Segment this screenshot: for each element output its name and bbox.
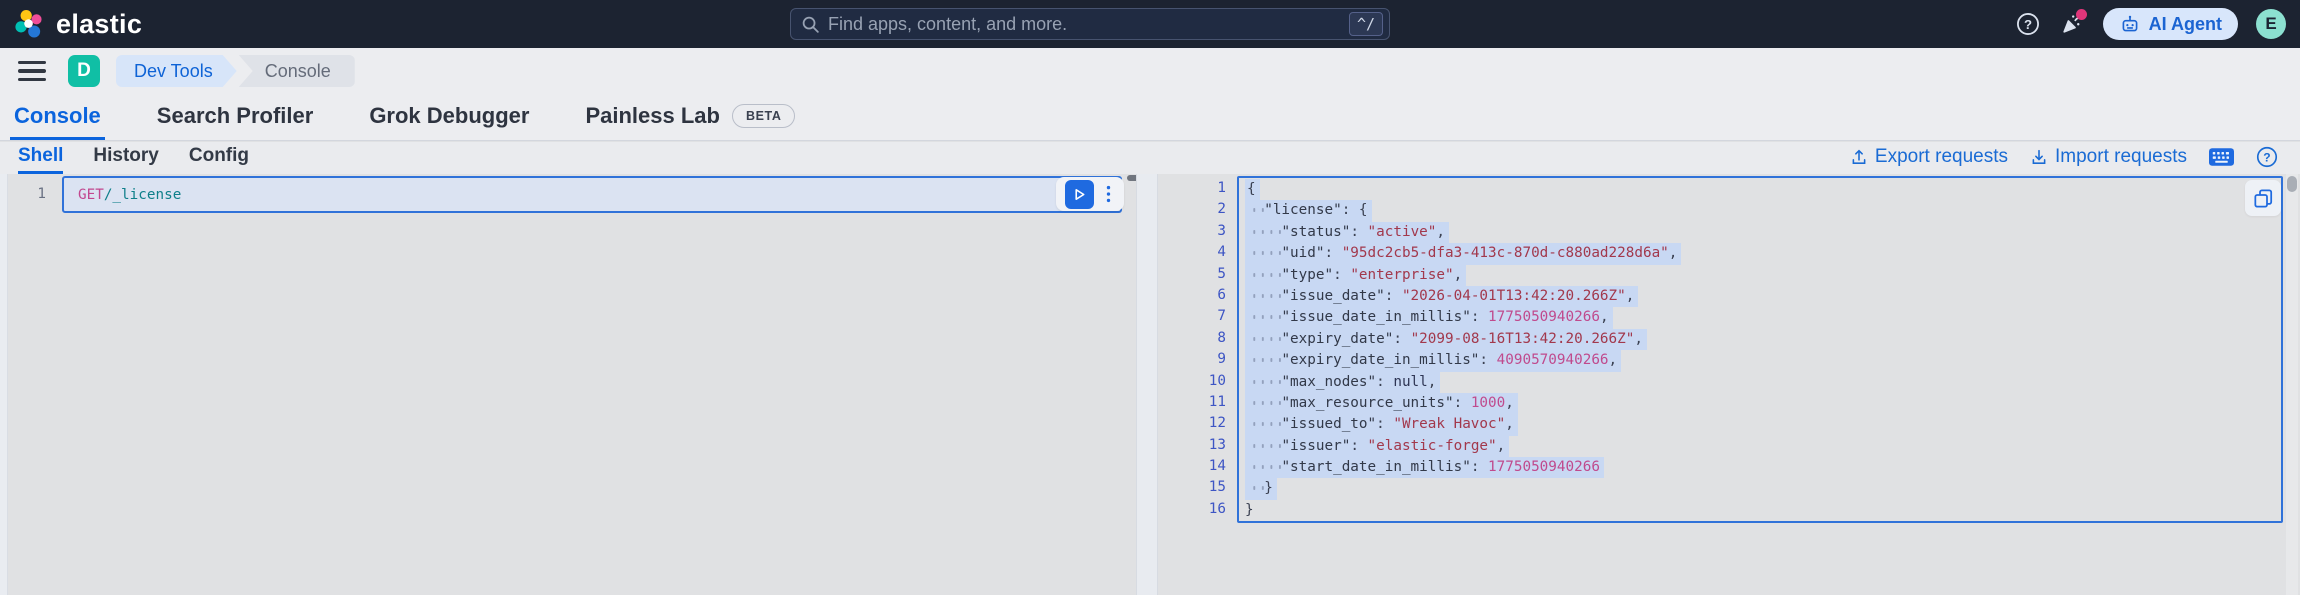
dev-tools-tab-bar: Console Search Profiler Grok Debugger Pa…	[0, 94, 2300, 141]
response-line: "max_resource_units": 1000,	[1239, 392, 2281, 415]
search-shortcut-badge: ^/	[1348, 12, 1383, 36]
response-output-panel[interactable]: 1 2 3 4 5 6 7 8 9 10 11 12 13 14 15 16 { "license": { "…	[1158, 174, 2300, 595]
help-icon[interactable]: ?	[2015, 11, 2041, 37]
space-chip[interactable]: D	[68, 55, 100, 87]
console-help-icon[interactable]: ?	[2256, 146, 2278, 168]
breadcrumb: Dev Tools Console	[116, 55, 355, 87]
tab-grok-debugger[interactable]: Grok Debugger	[365, 94, 533, 140]
user-avatar[interactable]: E	[2256, 9, 2286, 39]
brand: elastic	[0, 9, 142, 40]
search-icon	[802, 16, 819, 33]
menu-hamburger-icon[interactable]	[18, 61, 46, 81]
console-subtabs: Shell History Config	[18, 142, 249, 174]
request-line[interactable]: GET /_license	[62, 176, 1122, 213]
response-line: "uid": "95dc2cb5-dfa3-413c-870d-c880ad22…	[1239, 243, 2281, 265]
response-line: "issue_date_in_millis": 1775050940266,	[1239, 307, 2281, 329]
response-line: }	[1245, 501, 1254, 518]
tab-painless-lab[interactable]: Painless Lab BETA	[581, 94, 799, 140]
request-path: /_license	[103, 186, 182, 203]
response-gutter: 1 2 3 4 5 6 7 8 9 10 11 12 13 14 15 16	[1208, 180, 1226, 517]
console-toolbar-actions: Export requests Import requests ?	[1850, 142, 2278, 172]
left-edge-strip	[0, 174, 8, 595]
global-search-input[interactable]: Find apps, content, and more. ^/	[790, 8, 1390, 40]
send-request-button[interactable]	[1064, 179, 1094, 209]
import-icon	[2032, 149, 2046, 164]
response-line: }	[1239, 478, 2281, 500]
request-method: GET	[78, 186, 104, 203]
response-line: "issue_date": "2026-04-01T13:42:20.266Z"…	[1239, 285, 2281, 308]
beta-badge: BETA	[731, 103, 796, 128]
response-scrollbar-thumb[interactable]	[2287, 176, 2297, 192]
response-scrollbar[interactable]	[2286, 174, 2298, 595]
request-actions	[1056, 177, 1124, 211]
response-line: "max_nodes": null,	[1239, 371, 2281, 393]
response-line: {	[1239, 179, 2281, 201]
ai-agent-button[interactable]: AI Agent	[2102, 8, 2238, 40]
svg-text:?: ?	[2024, 17, 2032, 32]
header-actions: ? AI Agent E	[2015, 0, 2286, 48]
response-line: "expiry_date_in_millis": 4090570940266,	[1239, 350, 2281, 372]
copy-response-button[interactable]	[2245, 180, 2281, 216]
response-line: "license": {	[1239, 200, 2281, 222]
robot-icon	[2122, 15, 2138, 32]
import-requests-link[interactable]: Import requests	[2030, 146, 2187, 168]
editor-line-number: 1	[37, 186, 46, 202]
ai-agent-label: AI Agent	[2148, 13, 2222, 34]
keyboard-shortcuts-icon[interactable]	[2209, 148, 2234, 166]
copy-icon	[2253, 188, 2272, 208]
response-line: "type": "enterprise",	[1239, 264, 2281, 286]
breadcrumb-bar: D Dev Tools Console	[0, 48, 2300, 94]
response-line: "expiry_date": "2099-08-16T13:42:20.266Z…	[1239, 328, 2281, 351]
export-icon	[1852, 149, 1866, 164]
export-requests-link[interactable]: Export requests	[1850, 146, 2008, 168]
brand-name: elastic	[56, 8, 143, 39]
console-main: 1 GET /_license 1 2 3 4 5 6 7 8 9 10 11 12 13 14 15 16 …	[0, 174, 2300, 595]
subtab-config[interactable]: Config	[189, 142, 249, 174]
request-menu-kebab-icon[interactable]	[1102, 181, 1116, 207]
response-line: "issuer": "elastic-forge",	[1239, 435, 2281, 458]
subtab-history[interactable]: History	[93, 142, 158, 174]
elastic-logo-icon	[15, 9, 42, 38]
subtab-shell[interactable]: Shell	[18, 142, 64, 174]
play-icon	[1074, 188, 1085, 200]
response-line: "issued_to": "Wreak Havoc",	[1239, 414, 2281, 436]
breadcrumb-console: Console	[238, 55, 355, 87]
breadcrumb-dev-tools[interactable]: Dev Tools	[116, 55, 237, 87]
tab-console[interactable]: Console	[10, 94, 105, 140]
news-announcements-icon[interactable]	[2059, 9, 2087, 37]
notification-dot	[2075, 9, 2087, 20]
request-editor-panel[interactable]: 1 GET /_license	[8, 174, 1142, 595]
response-code[interactable]: { "license": { "status": "active", "uid"…	[1237, 176, 2283, 523]
response-line: "start_date_in_millis": 1775050940266	[1239, 457, 2281, 479]
search-placeholder: Find apps, content, and more.	[828, 13, 1068, 34]
response-line: "status": "active",	[1239, 221, 2281, 244]
panel-resizer[interactable]	[1136, 174, 1158, 595]
global-header: elastic Find apps, content, and more. ^/…	[0, 0, 2300, 48]
svg-text:?: ?	[2263, 151, 2270, 165]
console-toolbar: Shell History Config Export requests Imp…	[0, 142, 2300, 174]
tab-search-profiler[interactable]: Search Profiler	[153, 94, 318, 140]
